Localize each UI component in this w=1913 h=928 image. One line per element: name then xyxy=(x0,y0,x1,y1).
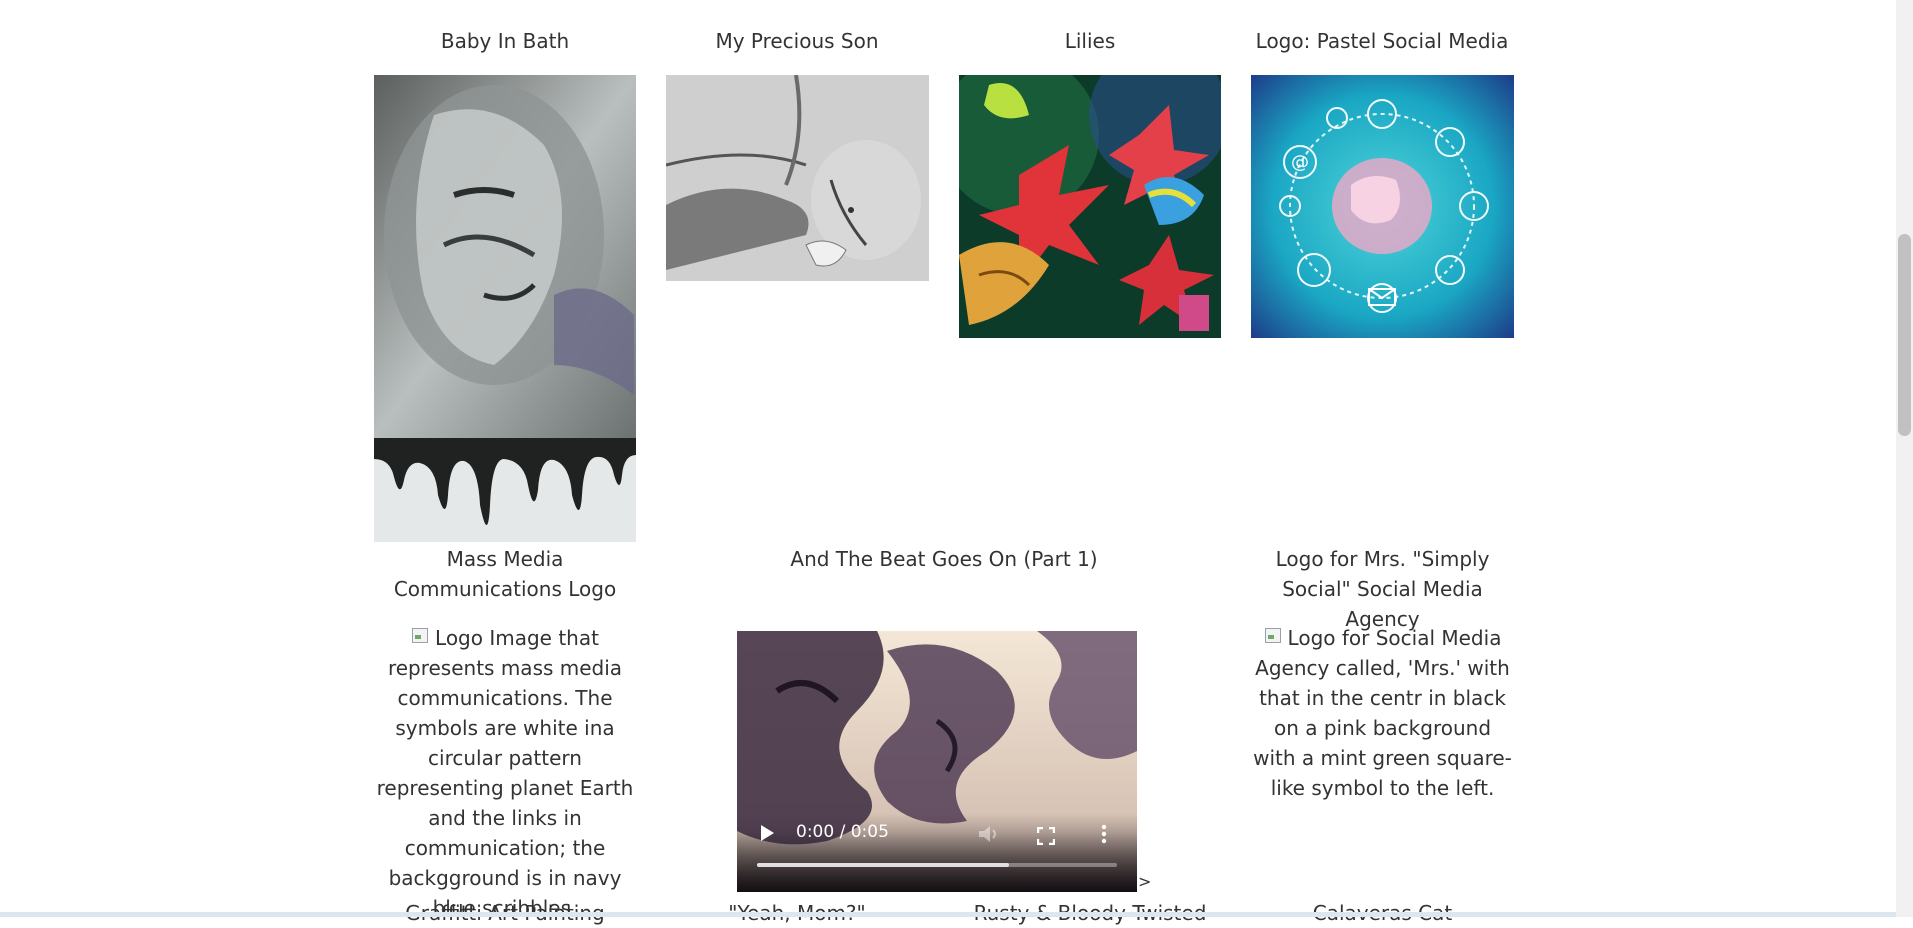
video-progress-track[interactable] xyxy=(757,863,1117,867)
caption-and-the-beat-goes-on: And The Beat Goes On (Part 1) xyxy=(790,547,1098,571)
alt-text-mrs-logo: Logo for Social Media Agency called, 'Mr… xyxy=(1253,626,1512,800)
broken-image-icon xyxy=(411,627,431,645)
artwork-lilies[interactable] xyxy=(959,75,1221,338)
caption-baby-in-bath: Baby In Bath xyxy=(440,29,570,53)
scrollbar-thumb[interactable] xyxy=(1898,234,1911,436)
fullscreen-icon[interactable] xyxy=(1036,823,1056,846)
broken-image-mrs-logo: Logo for Social Media Agency called, 'Mr… xyxy=(1251,623,1514,803)
video-buffered-bar xyxy=(757,863,1009,867)
play-icon[interactable] xyxy=(761,825,774,841)
artwork-my-precious-son[interactable] xyxy=(666,75,929,281)
caption-mass-media-communications-logo: Mass Media Communications Logo xyxy=(393,547,617,601)
caption-my-precious-son: My Precious Son xyxy=(715,29,879,53)
broken-image-mass-media-logo: Logo Image that represents mass media co… xyxy=(374,623,636,923)
artwork-baby-in-bath[interactable] xyxy=(374,75,636,542)
caption-logo-pastel-social-media: Logo: Pastel Social Media xyxy=(1255,29,1509,53)
svg-text:@: @ xyxy=(1291,152,1309,173)
video-time: 0:00 / 0:05 xyxy=(796,822,889,842)
more-options-icon[interactable] xyxy=(1100,822,1108,844)
page-scrollbar[interactable] xyxy=(1896,0,1913,917)
artwork-logo-pastel-social-media[interactable]: @ xyxy=(1251,75,1514,338)
alt-text-mass-media-logo: Logo Image that represents mass media co… xyxy=(376,626,634,920)
bottom-edge xyxy=(0,912,1896,917)
video-player[interactable] xyxy=(737,631,1137,892)
caption-logo-simply-social: Logo for Mrs. "Simply Social" Social Med… xyxy=(1275,547,1490,631)
stray-text: > xyxy=(1138,872,1152,891)
caption-lilies: Lilies xyxy=(1064,29,1116,53)
broken-image-icon xyxy=(1264,627,1284,645)
mute-icon[interactable] xyxy=(977,822,1001,842)
